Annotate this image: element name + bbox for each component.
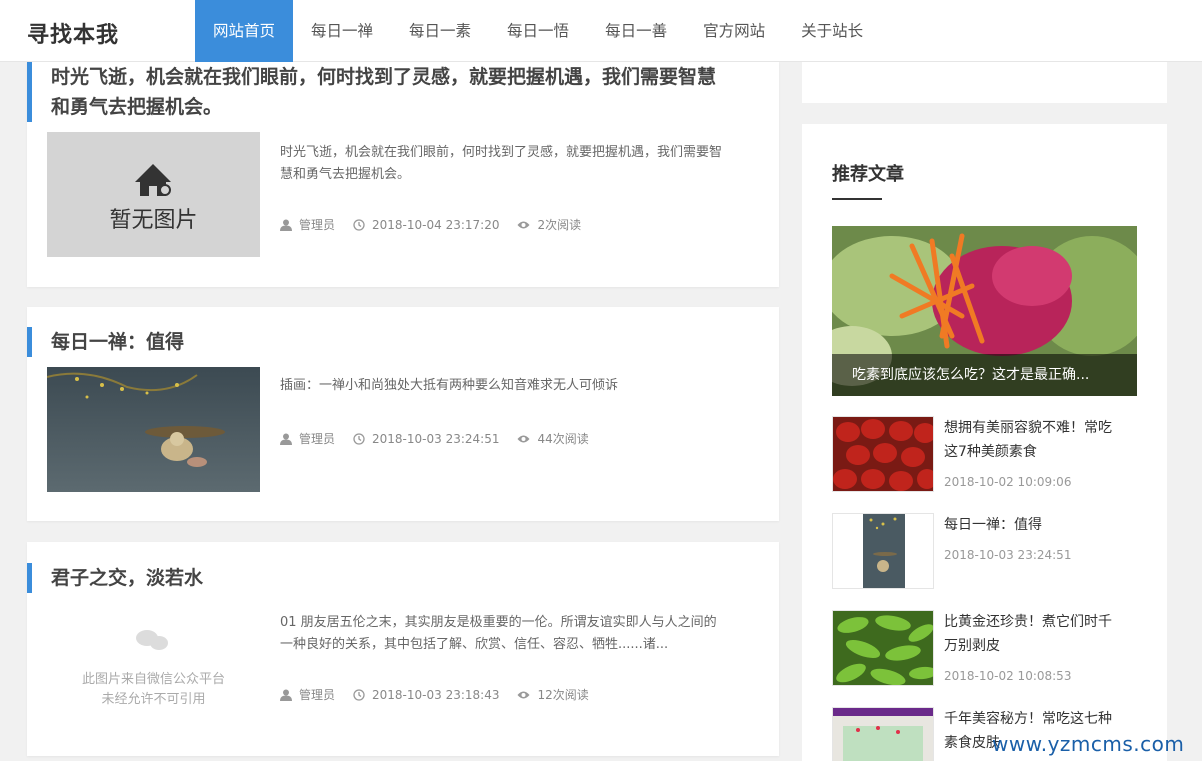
article-excerpt: 时光飞逝，机会就在我们眼前，何时找到了灵感，就要把握机遇，我们需要智 慧和勇气去… [280, 142, 760, 186]
recommended-thumbnail[interactable] [832, 416, 934, 492]
featured-article[interactable]: 吃素到底应该怎么吃？这才是最正确... [832, 226, 1137, 396]
watermark-line: 未经允许不可引用 [101, 692, 206, 707]
article-title-line[interactable]: 时光飞逝，机会就在我们眼前，何时找到了灵感，就要把握机遇，我们需要智慧 [51, 62, 716, 92]
main-nav: 网站首页 每日一禅 每日一素 每日一悟 每日一善 官方网站 关于站长 [195, 0, 881, 62]
title-line[interactable]: 想拥有美丽容貌不难！常吃 [944, 416, 1134, 440]
nav-official-site[interactable]: 官方网站 [685, 0, 783, 62]
article-title-line[interactable]: 和勇气去把握机会。 [51, 92, 716, 122]
author-name[interactable]: 管理员 [299, 216, 335, 233]
views-text: 12次阅读 [537, 688, 589, 702]
view-count: 2次阅读 [517, 216, 581, 233]
wechat-icon [136, 630, 168, 650]
nav-daily-insight[interactable]: 每日一悟 [489, 0, 587, 62]
recommended-thumbnail[interactable] [832, 707, 934, 761]
author: 管理员 [280, 686, 335, 703]
views-text: 44次阅读 [537, 432, 589, 446]
views-text: 2次阅读 [537, 218, 582, 232]
article-card: 君子之交，淡若水 此图片来自微信公众平台 未经允许不可引用 01 朋友居五伦之末… [27, 542, 779, 756]
excerpt-line: 01 朋友居五伦之末，其实朋友是极重要的一伦。所谓友谊实即人与人之间的 [280, 615, 717, 630]
article-title[interactable]: 君子之交，淡若水 [27, 563, 203, 593]
time-text: 2018-10-03 23:24:51 [372, 431, 500, 446]
ink-painting-image [47, 367, 260, 492]
article-meta: 管理员 2018-10-03 23:24:51 44次阅读 [280, 430, 589, 447]
article-meta: 管理员 2018-10-04 23:17:20 2次阅读 [280, 216, 581, 233]
author: 管理员 [280, 216, 335, 233]
recommended-title[interactable]: 想拥有美丽容貌不难！常吃 这7种美颜素食 [944, 416, 1134, 464]
ink-painting-image [833, 514, 933, 588]
recommended-date: 2018-10-03 23:24:51 [944, 548, 1072, 562]
author-name[interactable]: 管理员 [299, 430, 335, 447]
featured-caption[interactable]: 吃素到底应该怎么吃？这才是最正确... [832, 354, 1137, 396]
nav-daily-zen[interactable]: 每日一禅 [293, 0, 391, 62]
user-icon [280, 689, 292, 701]
clock-icon [353, 432, 365, 445]
recommended-articles-widget: 推荐文章 吃素到底应该怎么吃？这才是最正确... 想拥有美丽容貌不难！常吃 这7… [802, 124, 1167, 761]
site-header: 寻找本我 网站首页 每日一禅 每日一素 每日一悟 每日一善 官方网站 关于站长 [0, 0, 1202, 62]
nav-daily-good[interactable]: 每日一善 [587, 0, 685, 62]
nav-home[interactable]: 网站首页 [195, 0, 294, 62]
time-text: 2018-10-04 23:17:20 [372, 217, 500, 232]
recommended-item[interactable]: 比黄金还珍贵！煮它们时千 万别剥皮 2018-10-02 10:08:53 [832, 610, 1142, 690]
watermark-text: 此图片来自微信公众平台 未经允许不可引用 [47, 670, 260, 710]
clock-icon [353, 218, 365, 231]
recommended-thumbnail[interactable] [832, 610, 934, 686]
widget-title: 推荐文章 [832, 164, 904, 185]
dessert-image [833, 708, 933, 761]
red-dates-image [833, 417, 933, 491]
title-line[interactable]: 这7种美颜素食 [944, 440, 1134, 464]
author: 管理员 [280, 430, 335, 447]
view-count: 44次阅读 [517, 430, 589, 447]
nav-daily-vegan[interactable]: 每日一素 [391, 0, 489, 62]
no-image-label: 暂无图片 [109, 208, 198, 233]
excerpt-line: 插画：一禅小和尚独处大抵有两种要么知音难求无人可倾诉 [280, 378, 619, 393]
nav-about[interactable]: 关于站长 [783, 0, 881, 62]
article-thumbnail[interactable] [47, 367, 260, 492]
recommended-title[interactable]: 比黄金还珍贵！煮它们时千 万别剥皮 [944, 610, 1134, 658]
eye-icon [517, 221, 530, 228]
clock-icon [353, 688, 365, 701]
time-text: 2018-10-03 23:18:43 [372, 687, 500, 702]
sidebar-top-widget [802, 62, 1167, 103]
publish-time: 2018-10-03 23:18:43 [353, 688, 499, 702]
view-count: 12次阅读 [517, 686, 589, 703]
article-meta: 管理员 2018-10-03 23:18:43 12次阅读 [280, 686, 589, 703]
watermark-line: 此图片来自微信公众平台 [81, 672, 225, 687]
recommended-item[interactable]: 想拥有美丽容貌不难！常吃 这7种美颜素食 2018-10-02 10:09:06 [832, 416, 1142, 496]
publish-time: 2018-10-03 23:24:51 [353, 432, 499, 446]
article-excerpt: 01 朋友居五伦之末，其实朋友是极重要的一伦。所谓友谊实即人与人之间的 一种良好… [280, 612, 760, 656]
article-title[interactable]: 时光飞逝，机会就在我们眼前，何时找到了灵感，就要把握机遇，我们需要智慧 和勇气去… [27, 62, 716, 122]
article-card: 时光飞逝，机会就在我们眼前，何时找到了灵感，就要把握机遇，我们需要智慧 和勇气去… [27, 62, 779, 287]
user-icon [280, 219, 292, 231]
site-watermark: www.yzmcms.com [992, 732, 1185, 756]
title-line[interactable]: 千年美容秘方！常吃这七种 [944, 707, 1134, 731]
edamame-image [833, 611, 933, 685]
recommended-date: 2018-10-02 10:08:53 [944, 669, 1072, 683]
excerpt-line: 时光飞逝，机会就在我们眼前，何时找到了灵感，就要把握机遇，我们需要智 [280, 145, 723, 160]
recommended-title[interactable]: 每日一禅：值得 [944, 513, 1134, 537]
title-underline [832, 198, 882, 200]
article-card: 每日一禅：值得 插画：一禅小和尚独处大抵有两种要么知音难求无人可倾诉 管理员 2… [27, 307, 779, 521]
title-line[interactable]: 比黄金还珍贵！煮它们时千 [944, 610, 1134, 634]
author-name[interactable]: 管理员 [299, 686, 335, 703]
recommended-thumbnail[interactable] [832, 513, 934, 589]
excerpt-line: 一种良好的关系，其中包括了解、欣赏、信任、容忍、牺牲......诸... [280, 637, 669, 652]
title-line[interactable]: 万别剥皮 [944, 634, 1134, 658]
eye-icon [517, 435, 530, 442]
article-excerpt: 插画：一禅小和尚独处大抵有两种要么知音难求无人可倾诉 [280, 375, 760, 397]
title-line[interactable]: 每日一禅：值得 [944, 513, 1134, 537]
excerpt-line: 慧和勇气去把握机会。 [280, 167, 411, 182]
article-title[interactable]: 每日一禅：值得 [27, 327, 184, 357]
site-logo[interactable]: 寻找本我 [27, 17, 119, 49]
article-thumbnail[interactable]: 此图片来自微信公众平台 未经允许不可引用 [47, 602, 260, 727]
publish-time: 2018-10-04 23:17:20 [353, 218, 499, 232]
recommended-date: 2018-10-02 10:09:06 [944, 475, 1072, 489]
article-thumbnail[interactable]: 暂无图片 [47, 132, 260, 257]
recommended-item[interactable]: 每日一禅：值得 2018-10-03 23:24:51 [832, 513, 1142, 593]
no-image-placeholder [135, 164, 171, 196]
user-icon [280, 433, 292, 445]
eye-icon [517, 691, 530, 698]
